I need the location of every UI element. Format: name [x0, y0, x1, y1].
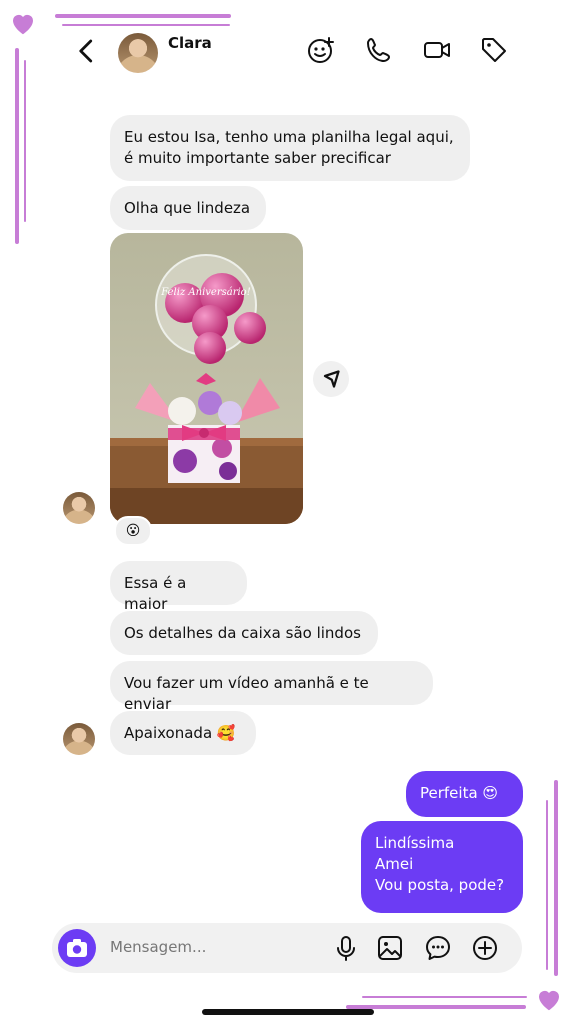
- message-text: Amei: [375, 855, 414, 873]
- message-text: Vou posta, pode?: [375, 876, 505, 894]
- message-incoming[interactable]: Os detalhes da caixa são lindos: [110, 611, 378, 655]
- share-button[interactable]: [313, 361, 349, 397]
- decor-line-right: [554, 780, 558, 976]
- message-text: Olha que lindeza: [124, 199, 251, 217]
- home-indicator: [202, 1009, 374, 1015]
- reaction-badge[interactable]: 😮: [114, 516, 152, 546]
- message-text: Apaixonada 🥰: [124, 724, 236, 742]
- message-outgoing[interactable]: Lindíssima Amei Vou posta, pode?: [361, 821, 523, 913]
- message-incoming[interactable]: Essa é a maior: [110, 561, 247, 613]
- video-call-icon[interactable]: [421, 34, 453, 66]
- avatar[interactable]: [118, 33, 158, 73]
- decor-line-right-2: [546, 800, 548, 970]
- gallery-icon[interactable]: [376, 934, 404, 962]
- sticker-icon[interactable]: [305, 34, 337, 66]
- photo-message[interactable]: Feliz Aniversário!: [110, 233, 303, 524]
- contact-name[interactable]: Clara: [168, 34, 212, 52]
- message-text: Eu estou Isa, tenho uma planilha legal a…: [124, 128, 454, 146]
- avatar[interactable]: [63, 723, 95, 755]
- tag-icon[interactable]: [478, 34, 510, 66]
- decor-line-bottom-2: [362, 996, 527, 998]
- send-icon: [323, 370, 340, 388]
- microphone-icon[interactable]: [332, 934, 360, 962]
- message-text: é muito importante saber precificar: [124, 149, 391, 167]
- message-input[interactable]: Mensagem...: [110, 938, 206, 956]
- message-text: Essa é a maior: [124, 574, 187, 613]
- message-text: Perfeita 😍: [420, 784, 499, 802]
- balloon-bouquet-image: Feliz Aniversário!: [110, 233, 303, 524]
- chat-bubble-icon[interactable]: [424, 934, 452, 962]
- chat-header: Clara: [0, 18, 576, 82]
- heart-icon: [539, 990, 559, 1011]
- decor-line-left-2: [24, 60, 26, 222]
- camera-button[interactable]: [58, 929, 96, 967]
- message-text: Lindíssima: [375, 834, 455, 852]
- message-composer[interactable]: Mensagem...: [52, 923, 522, 973]
- message-incoming[interactable]: Vou fazer um vídeo amanhã e te enviar: [110, 661, 433, 713]
- message-incoming[interactable]: Olha que lindeza: [110, 186, 266, 230]
- decor-line-bottom: [346, 1005, 526, 1009]
- camera-icon: [67, 939, 87, 957]
- back-arrow-icon[interactable]: [72, 36, 102, 66]
- message-incoming[interactable]: Eu estou Isa, tenho uma planilha legal a…: [110, 115, 470, 181]
- message-text: Vou fazer um vídeo amanhã e te enviar: [124, 674, 369, 713]
- add-icon[interactable]: [471, 934, 499, 962]
- balloon-text: Feliz Aniversário!: [160, 287, 250, 298]
- message-incoming[interactable]: Apaixonada 🥰: [110, 711, 256, 755]
- message-outgoing[interactable]: Perfeita 😍: [406, 771, 523, 817]
- message-text: Os detalhes da caixa são lindos: [124, 624, 361, 642]
- phone-icon[interactable]: [363, 34, 395, 66]
- avatar[interactable]: [63, 492, 95, 524]
